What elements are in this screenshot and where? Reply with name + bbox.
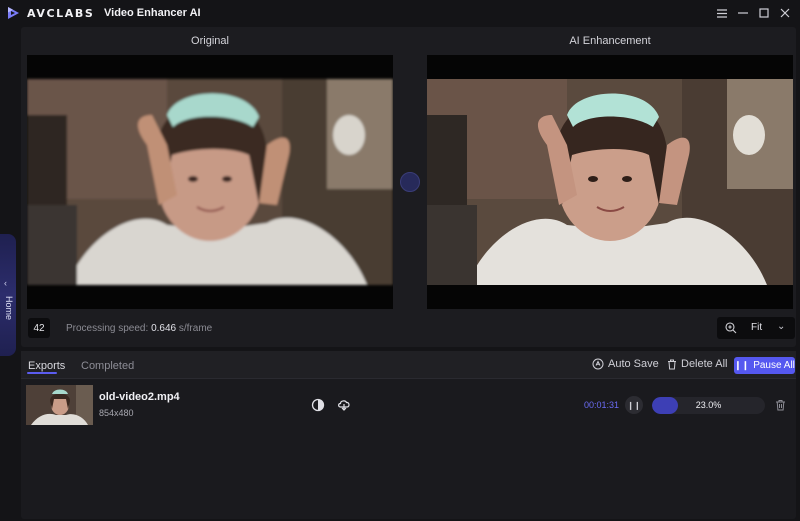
app-title: Video Enhancer AI [104,7,201,19]
avclabs-logo-icon [8,7,19,19]
pause-icon: ❙❙ [627,400,641,410]
export-panel: Exports Completed Auto Save Delete All ❙… [21,351,796,519]
elapsed-time: 00:01:31 [584,400,620,410]
delete-all-label: Delete All [681,358,728,370]
active-tab-indicator [27,372,57,374]
tab-exports[interactable]: Exports [28,360,65,372]
pause-all-label: Pause All [753,360,795,371]
export-row: old-video2.mp4 854x480 00:01:31 ❙❙ 23.0% [21,381,796,431]
original-frame-image [27,55,393,309]
processing-speed: Processing speed: 0.646 s/frame [66,323,212,334]
brand-name: AVCLABS [27,7,95,20]
speed-value: 0.646 [151,323,177,334]
close-button[interactable] [777,5,793,21]
pause-item-button[interactable]: ❙❙ [625,396,643,414]
trash-icon [668,359,676,369]
preview-panel: Original AI Enhancement 42 Processing sp… [21,27,796,347]
file-resolution: 854x480 [99,408,134,418]
maximize-icon [759,8,769,18]
pause-all-button[interactable]: ❙❙ Pause All [734,357,795,374]
original-video-frame [27,55,393,309]
home-label: Home [4,296,14,321]
cloud-export-icon[interactable] [337,397,351,411]
auto-save-button[interactable]: Auto Save [592,358,659,370]
minimize-button[interactable] [735,5,751,21]
title-bar: AVCLABS Video Enhancer AI [0,0,800,26]
auto-save-icon [592,358,604,370]
maximize-button[interactable] [756,5,772,21]
zoom-value: Fit [751,322,763,333]
chevron-down-icon: ⌄ [777,321,786,332]
close-icon [780,8,790,18]
menu-button[interactable] [714,5,730,21]
speed-label: Processing speed: [66,323,152,334]
delete-all-button[interactable]: Delete All [667,358,727,370]
file-name: old-video2.mp4 [99,391,180,403]
home-tab[interactable]: ‹ Home [0,234,16,356]
pause-icon: ❙❙ [734,360,750,370]
hamburger-icon [717,8,727,18]
enhanced-frame-image [427,55,793,309]
zoom-in-icon [725,322,737,334]
zoom-select[interactable]: Fit ⌄ [717,317,795,339]
speed-unit: s/frame [176,323,213,334]
compare-divider-handle[interactable] [400,172,420,192]
export-tabbar: Exports Completed Auto Save Delete All ❙… [21,351,796,379]
original-label: Original [191,35,229,47]
progress-percent: 23.0% [695,400,722,410]
chevron-left-icon: ‹ [4,278,7,288]
enhanced-video-frame [427,55,793,309]
export-progress-bar: 23.0% [652,397,765,414]
trash-icon[interactable] [775,399,786,411]
left-rail: ‹ Home [0,26,20,521]
enhanced-label: AI Enhancement [569,35,651,47]
thumbnail-image [26,385,93,425]
video-thumbnail [26,385,93,425]
minimize-icon [738,12,748,14]
frame-number-badge: 42 [28,318,50,338]
compare-toggle-icon[interactable] [311,398,325,412]
auto-save-label: Auto Save [608,358,659,370]
tab-completed[interactable]: Completed [81,360,134,372]
